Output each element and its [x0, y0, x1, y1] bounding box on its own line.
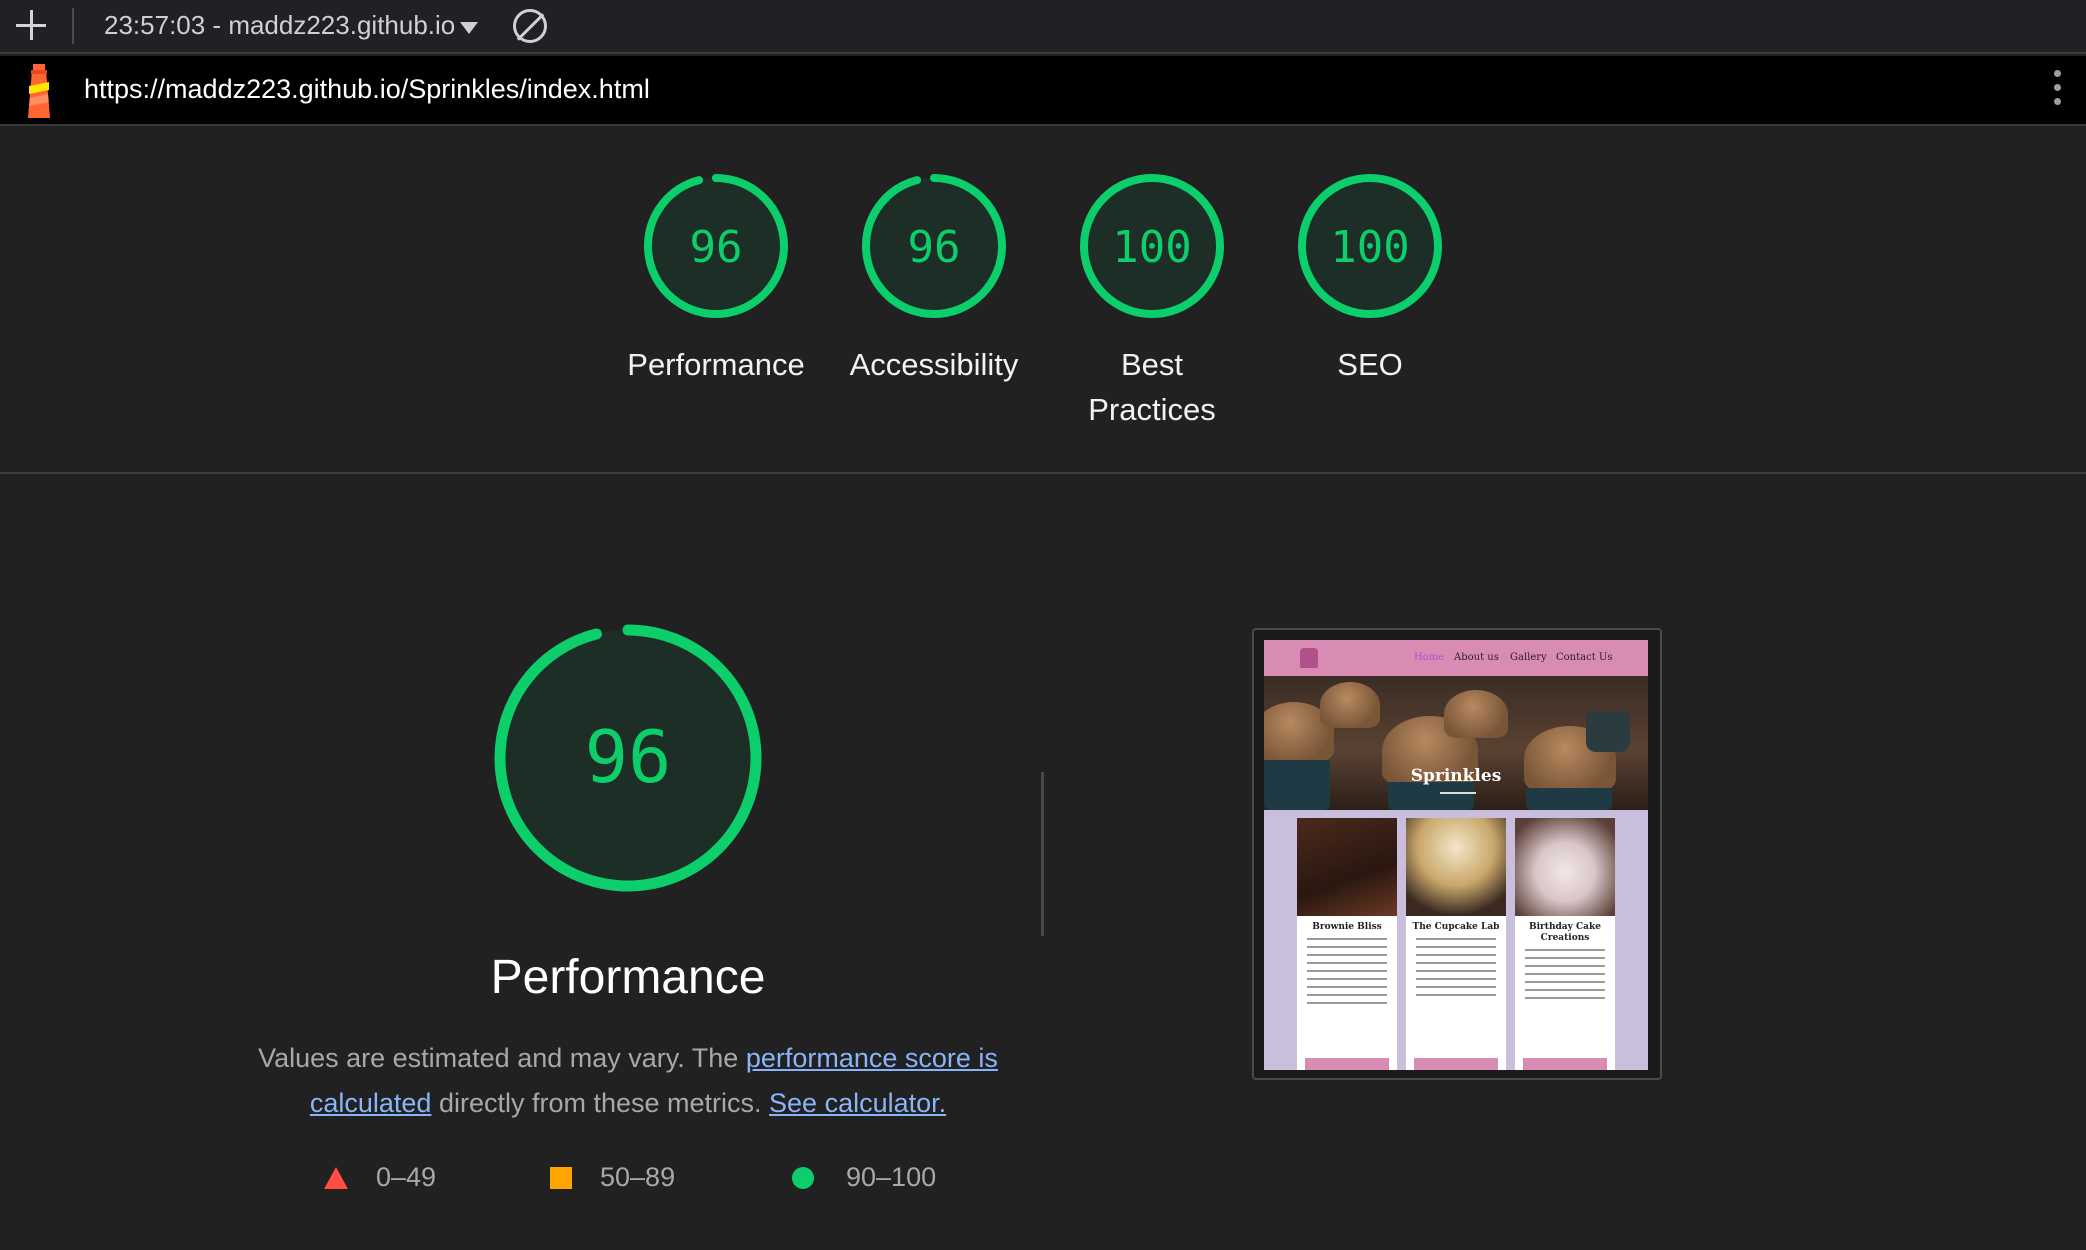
thumb-nav-about: About us [1454, 652, 1499, 663]
description-text: directly from these metrics. [431, 1088, 770, 1118]
gauge-label: Accessibility [849, 347, 1019, 382]
devtools-toolbar: 23:57:03 - maddz223.github.io [0, 0, 2086, 54]
legend-fail: 0–49 [324, 1162, 436, 1193]
gauge-label: Performance [627, 347, 805, 382]
legend-label: 90–100 [846, 1162, 937, 1192]
clear-icon[interactable] [513, 9, 547, 43]
thumb-card: Brownie Bliss [1297, 818, 1397, 1070]
thumb-card-title: Brownie Bliss [1312, 922, 1382, 932]
pass-circle-icon [792, 1166, 814, 1189]
new-report-icon[interactable] [16, 10, 46, 40]
gauge-accessibility[interactable]: 96 Accessibility [834, 172, 1034, 387]
legend-label: 0–49 [376, 1162, 437, 1192]
thumb-hero-title: Sprinkles [1410, 766, 1502, 786]
score-legend: 0–49 50–89 90–100 [320, 1162, 1020, 1202]
more-options-icon[interactable] [2054, 70, 2062, 112]
legend-label: 50–89 [600, 1162, 676, 1192]
description-text: Values are estimated and may vary. The [258, 1043, 746, 1073]
report-selector[interactable]: 23:57:03 - maddz223.github.io [104, 10, 484, 41]
gauge-ring: 100 [1298, 174, 1442, 318]
score-gauges: 96 Performance 96 Accessibility 100 Best… [0, 128, 2086, 474]
average-square-icon [550, 1166, 572, 1189]
gauge-label: SEO [1337, 347, 1403, 382]
section-divider [1041, 772, 1044, 936]
gauge-ring: 100 [1080, 174, 1224, 318]
legend-pass: 90–100 [792, 1162, 936, 1193]
gauge-performance[interactable]: 96 Performance [616, 172, 816, 387]
thumb-hero: Sprinkles [1264, 676, 1648, 810]
toolbar-separator [72, 8, 74, 44]
thumb-card-title: Birthday Cake Creations [1529, 922, 1601, 943]
gauge-score: 96 [690, 222, 743, 273]
performance-score: 96 [585, 715, 672, 799]
chevron-down-icon[interactable] [460, 22, 478, 34]
thumb-logo [1300, 648, 1318, 668]
performance-description: Values are estimated and may vary. The p… [250, 1036, 1006, 1126]
thumb-card: Birthday Cake Creations [1515, 818, 1615, 1070]
see-calculator-link[interactable]: See calculator. [769, 1088, 946, 1118]
thumb-card-title: The Cupcake Lab [1412, 922, 1500, 932]
gauge-label: Best Practices [1088, 347, 1216, 427]
thumb-nav-gallery: Gallery [1510, 652, 1547, 663]
gauge-seo[interactable]: 100 SEO [1270, 172, 1470, 387]
screenshot-page: Home About us Gallery Contact Us Sprinkl… [1264, 640, 1648, 1070]
legend-average: 50–89 [550, 1162, 675, 1193]
thumb-card: The Cupcake Lab [1406, 818, 1506, 1070]
performance-gauge-large: 96 [494, 624, 762, 892]
performance-title: Performance [490, 951, 766, 1004]
fail-triangle-icon [324, 1166, 348, 1189]
final-screenshot[interactable]: Home About us Gallery Contact Us Sprinkl… [1252, 628, 1662, 1080]
report-url[interactable]: https://maddz223.github.io/Sprinkles/ind… [84, 74, 650, 105]
gauge-best-practices[interactable]: 100 Best Practices [1052, 172, 1252, 432]
gauge-ring: 96 [862, 174, 1006, 318]
report-header: https://maddz223.github.io/Sprinkles/ind… [0, 56, 2086, 126]
gauge-ring: 96 [644, 174, 788, 318]
thumb-nav-home: Home [1414, 652, 1445, 663]
thumb-nav-contact: Contact Us [1556, 652, 1613, 663]
lighthouse-logo-icon [28, 64, 50, 118]
gauge-score: 100 [1330, 222, 1409, 273]
thumb-navbar: Home About us Gallery Contact Us [1264, 640, 1648, 676]
gauge-score: 100 [1112, 222, 1191, 273]
gauge-score: 96 [908, 222, 961, 273]
